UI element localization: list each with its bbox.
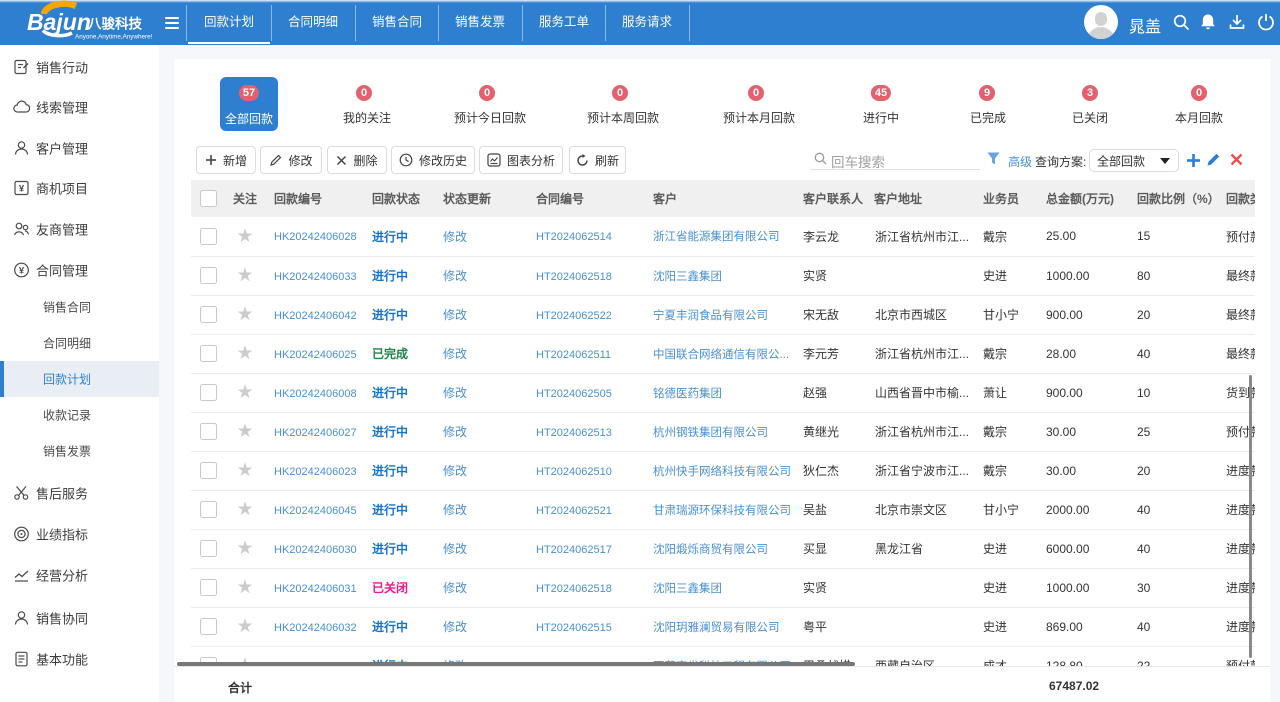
svg-text:Bajun: Bajun: [27, 9, 91, 35]
svg-text:八骏科技: 八骏科技: [87, 16, 142, 32]
svg-text:¥: ¥: [19, 266, 25, 277]
svg-text:¥: ¥: [19, 184, 25, 195]
svg-text:Anyone,Anytime,Anywhere!: Anyone,Anytime,Anywhere!: [75, 34, 153, 41]
